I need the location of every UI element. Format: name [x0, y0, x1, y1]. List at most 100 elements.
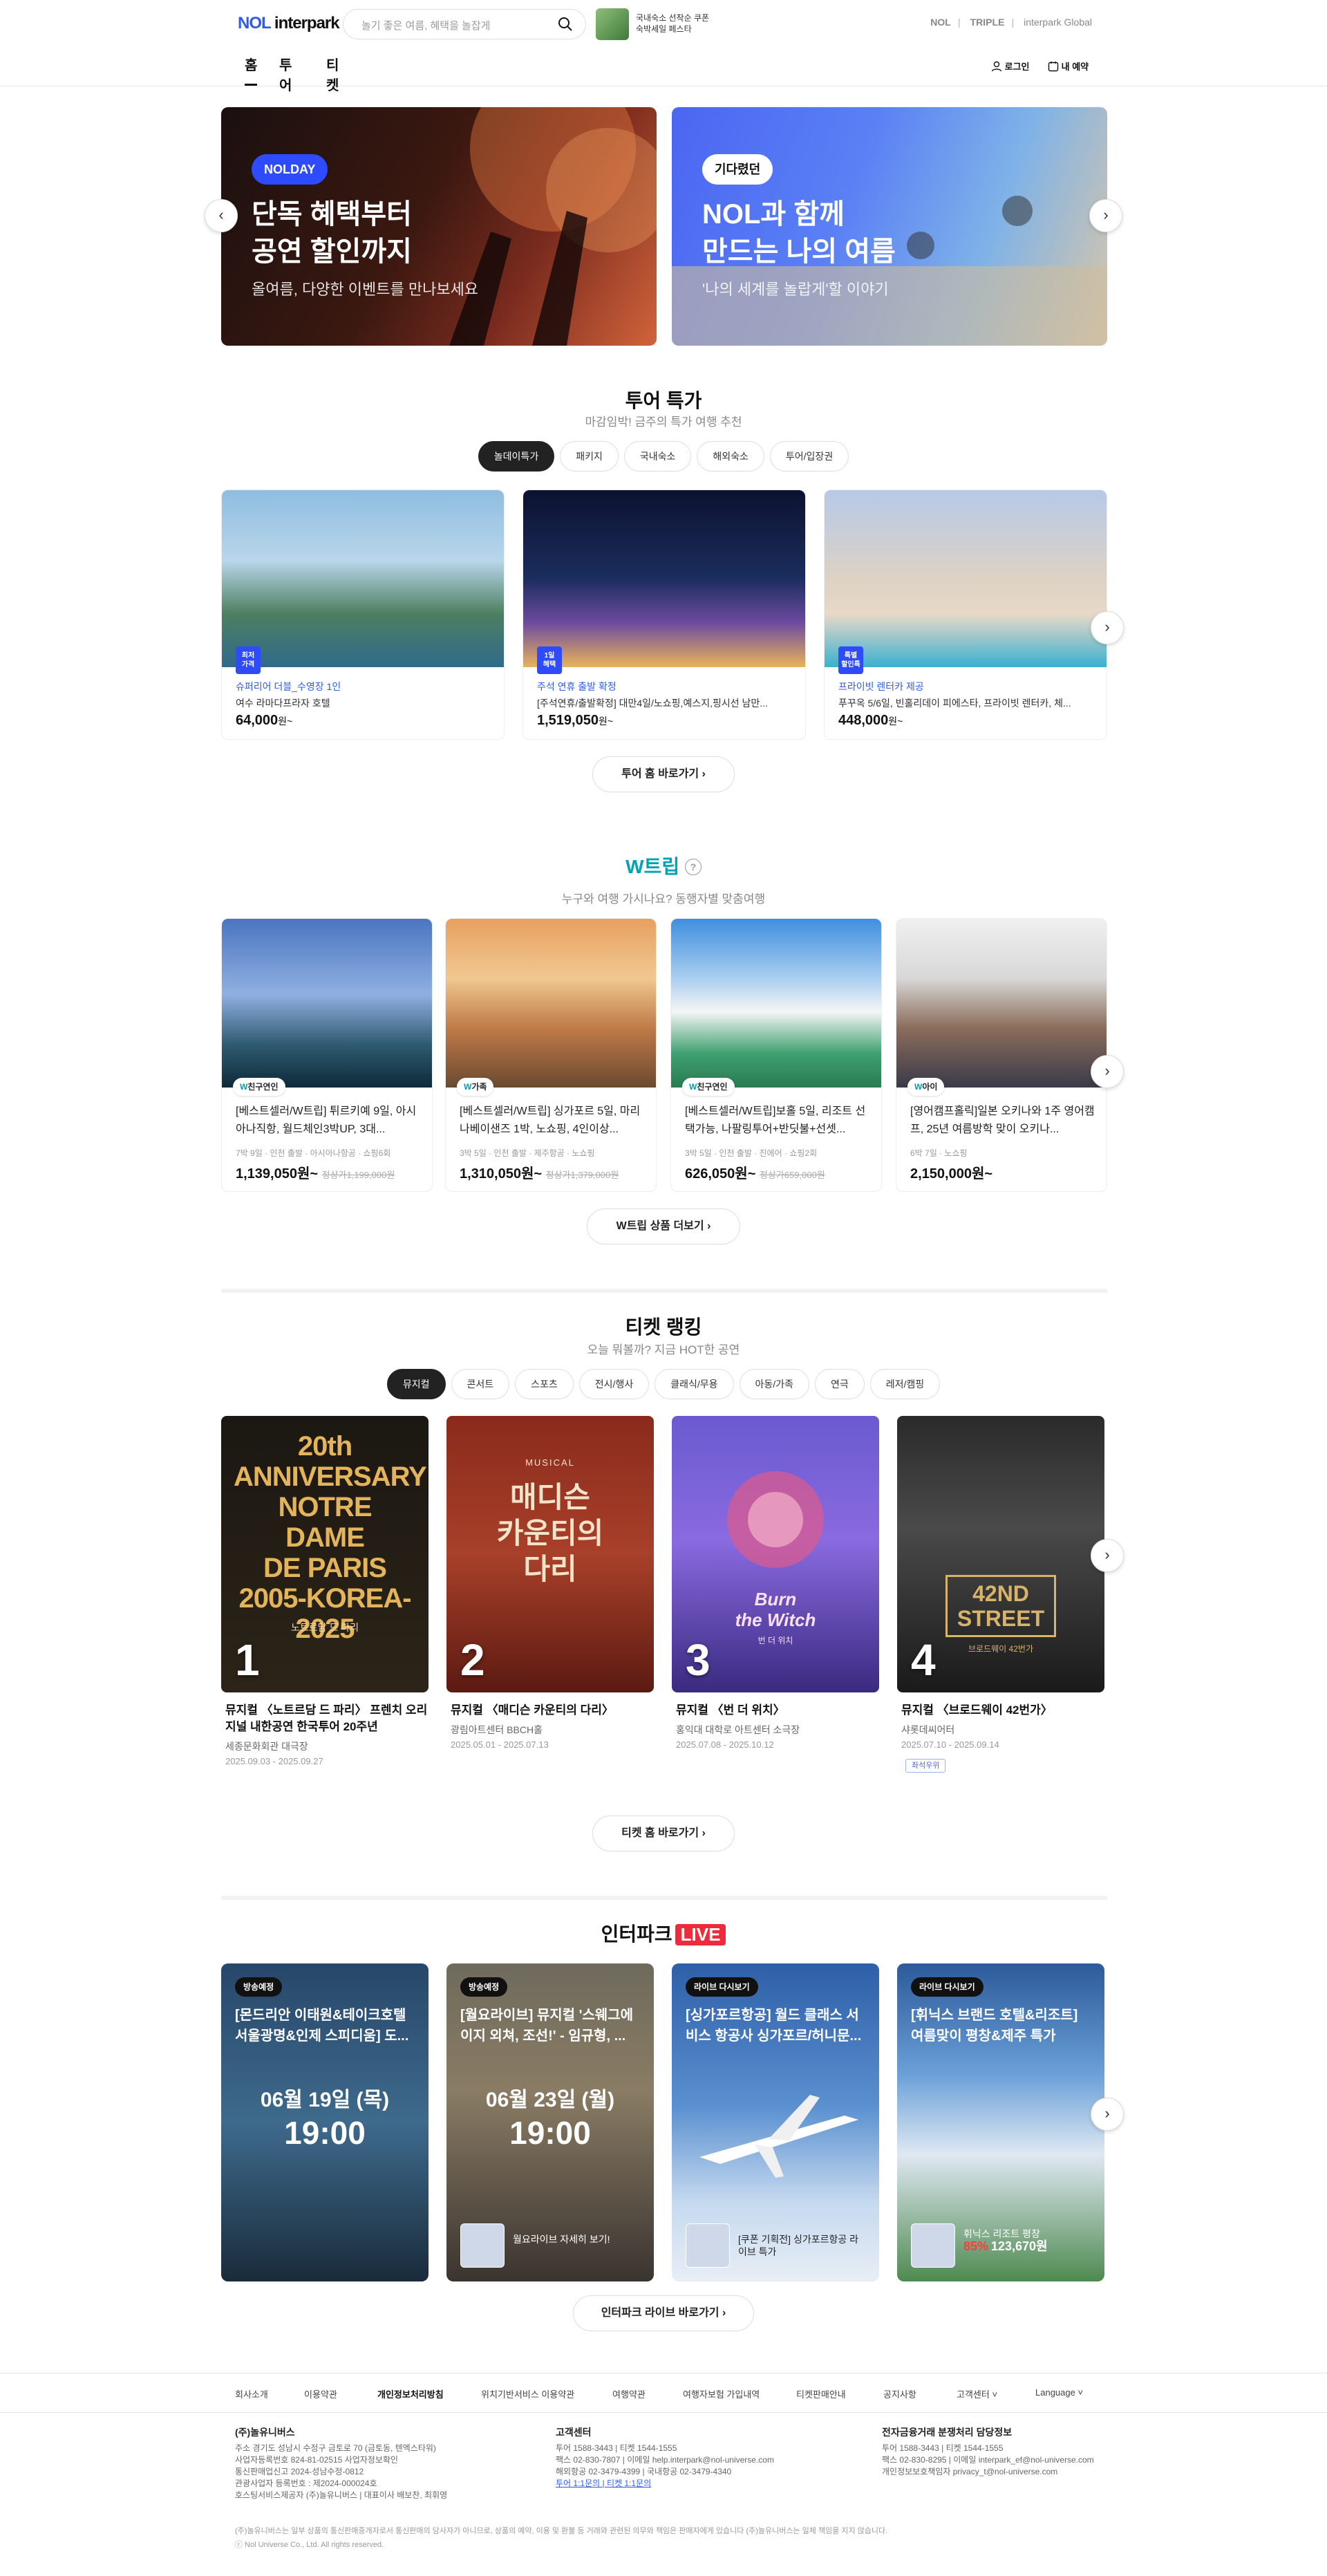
live-date: 06월 23일 (월) — [485, 2089, 615, 2111]
link-interpark-global[interactable]: interpark Global — [1024, 17, 1092, 28]
customer-center-dropdown[interactable]: 고객센터 ˅ — [957, 2387, 997, 2400]
live-foot: 휘닉스 리조트 평창 85% 123,670원 — [911, 2223, 1091, 2268]
tour-card[interactable]: 특별 할인특 프라이빗 렌터카 제공 푸꾸옥 5/6일, 빈홀리데이 피에스타,… — [824, 489, 1107, 740]
chip-musical[interactable]: 뮤지컬 — [386, 1369, 446, 1399]
tab-ticket[interactable]: 티켓 — [326, 54, 339, 104]
live-card[interactable]: 방송예정 [몬드리안 이태원&테이크호텔 서울광명&인제 스피디움] 도... … — [221, 1963, 429, 2281]
search-icon[interactable] — [558, 17, 573, 32]
ticket-date: 2025.05.01 - 2025.07.13 — [451, 1739, 549, 1750]
tour-image — [523, 490, 805, 667]
banner-nol-summer[interactable]: 기다렸던 NOL과 함께 만드는 나의 여름 '나의 세계를 놀랍게'할 이야기 — [672, 107, 1107, 346]
live-more-button[interactable]: 인터파크 라이브 바로가기 › — [573, 2295, 754, 2331]
live-thumbnail — [686, 2223, 730, 2268]
banner-prev-button[interactable]: ‹ — [205, 199, 238, 232]
chip-play[interactable]: 연극 — [814, 1369, 865, 1399]
help-icon[interactable]: ? — [684, 859, 702, 875]
footer-link[interactable]: 개인정보처리방침 — [377, 2387, 444, 2400]
chip-overseas-stay[interactable]: 해외숙소 — [697, 441, 764, 472]
live-time: 19:00 — [284, 2115, 366, 2151]
ticket-name[interactable]: 뮤지컬 〈매디슨 카운티의 다리〉 — [451, 1702, 658, 1719]
calendar-icon — [1048, 62, 1059, 72]
ticket-poster[interactable]: Burn the Witch 번 더 위치 3 — [672, 1416, 879, 1692]
ticket-name[interactable]: 뮤지컬 〈브로드웨이 42번가〉 — [901, 1702, 1109, 1719]
section-divider — [221, 1896, 1107, 1900]
wtrip-card[interactable]: W친구연인 [베스트셀러/W트립]보홀 5일, 리조트 선택가능, 나팔링투어+… — [670, 918, 882, 1192]
tour-card[interactable]: 1일 혜택 주석 연휴 출발 확정 [주석연휴/출발확정] 대만4일/노쇼핑,예… — [523, 489, 806, 740]
header-promo[interactable]: 국내숙소 선착순 쿠폰 숙박세일 페스타 — [596, 8, 734, 40]
ticket-poster[interactable]: MUSICAL 매디슨 카운티의 다리 2 — [446, 1416, 654, 1692]
ticket-poster[interactable]: 42ND STREET 브로드웨이 42번가 4 — [897, 1416, 1104, 1692]
wtrip-name: [베스트셀러/W트립] 싱가포르 5일, 마리나베이샌즈 1박, 노쇼핑, 4인… — [460, 1105, 641, 1135]
ticket-name[interactable]: 뮤지컬 〈번 더 위치〉 — [676, 1702, 883, 1719]
live-title: [휘닉스 브랜드 호텔&리조트] 여름맞이 평창&제주 특가 — [911, 2008, 1078, 2044]
tab-home[interactable]: 홈 — [245, 54, 258, 86]
ticket-chips: 뮤지컬 콘서트 스포츠 전시/행사 클래식/무용 아동/가족 연극 레저/캠핑 — [0, 1369, 1327, 1399]
chip-leisure[interactable]: 레저/캠핑 — [869, 1369, 941, 1399]
search-placeholder: 놀기 좋은 여름, 혜택을 놀잡게 — [361, 20, 491, 32]
live-thumbnail — [460, 2223, 505, 2268]
wtrip-card[interactable]: W친구연인 [베스트셀러/W트립] 튀르키예 9일, 아시아나직항, 월드체인3… — [221, 918, 433, 1192]
ticket-name[interactable]: 뮤지컬 〈노트르담 드 파리〉 프렌치 오리지널 내한공연 한국투어 20주년 — [225, 1702, 433, 1735]
link-triple[interactable]: TRIPLE — [970, 17, 1005, 28]
tab-tour[interactable]: 투어 — [279, 54, 292, 104]
tour-section-subtitle: 마감임박! 금주의 특가 여행 추천 — [585, 416, 742, 429]
chip-tour-ticket[interactable]: 투어/입장권 — [769, 441, 849, 472]
my-reservation-button[interactable]: 내 예약 — [1048, 59, 1089, 73]
footer-customer-center: 고객센터 투어 1588-3443 | 티켓 1544-1555 팩스 02-8… — [556, 2427, 774, 2488]
wtrip-more-button[interactable]: W트립 상품 더보기 › — [587, 1208, 740, 1244]
chip-classic[interactable]: 클래식/무용 — [655, 1369, 734, 1399]
banner-pill: NOLDAY — [252, 154, 328, 185]
footer-copyright: ⓒ Nol Universe Co., Ltd. All rights rese… — [235, 2541, 384, 2549]
wtrip-logo: W트립 ? — [0, 852, 1327, 879]
tour-chips: 놀데이특가 패키지 국내숙소 해외숙소 투어/입장권 — [0, 441, 1327, 472]
chip-exhibition[interactable]: 전시/행사 — [578, 1369, 650, 1399]
banner-nolday[interactable]: NOLDAY 단독 혜택부터 공연 할인까지 올여름, 다양한 이벤트를 만나보… — [221, 107, 657, 346]
banner-pill: 기다렸던 — [702, 154, 773, 185]
live-card[interactable]: 라이브 다시보기 [싱가포르항공] 월드 클래스 서비스 항공사 싱가포르/허니… — [672, 1963, 879, 2281]
live-price: 123,670원 — [990, 2239, 1048, 2253]
wtrip-name: [베스트셀러/W트립] 튀르키예 9일, 아시아나직항, 월드체인3박UP, 3… — [236, 1105, 417, 1135]
wtrip-next-button[interactable]: › — [1091, 1055, 1124, 1088]
chip-nolday-deal[interactable]: 놀데이특가 — [478, 441, 555, 472]
footer-link[interactable]: 회사소개 — [235, 2387, 268, 2400]
search-input[interactable]: 놀기 좋은 여름, 혜택을 놀잡게 — [343, 9, 586, 39]
link-nol[interactable]: NOL — [930, 17, 951, 28]
chip-domestic-stay[interactable]: 국내숙소 — [623, 441, 692, 472]
banner-next-button[interactable]: › — [1089, 199, 1122, 232]
live-foot: [쿠폰 기획전] 싱가포르항공 라이브 특가 — [686, 2223, 865, 2268]
ticket-venue: 세종문화회관 대극장 — [225, 1741, 308, 1752]
chip-concert[interactable]: 콘서트 — [451, 1369, 510, 1399]
wtrip-card[interactable]: W아이 [영어캠프홀릭]일본 오키나와 1주 영어캠프, 25년 여름방학 맞이… — [896, 918, 1107, 1192]
tour-home-button[interactable]: 투어 홈 바로가기 › — [592, 756, 735, 792]
ticket-next-button[interactable]: › — [1091, 1539, 1124, 1572]
tour-next-button[interactable]: › — [1091, 611, 1124, 644]
tour-card[interactable]: 최저 가격 슈퍼리어 더블_수영장 1인 여수 라마다프라자 호텔 64,000… — [221, 489, 505, 740]
footer-link[interactable]: 티켓판매안내 — [796, 2387, 846, 2400]
tour-badge: 특별 할인특 — [838, 646, 863, 674]
poster-title: 매디슨 카운티의 다리 — [496, 1481, 604, 1585]
chip-family[interactable]: 아동/가족 — [739, 1369, 809, 1399]
ticket-section-title: 티켓 랭킹 — [625, 1316, 702, 1338]
ticket-home-button[interactable]: 티켓 홈 바로가기 › — [592, 1816, 735, 1851]
login-button[interactable]: 로그인 — [991, 59, 1030, 73]
wtrip-card[interactable]: W가족 [베스트셀러/W트립] 싱가포르 5일, 마리나베이샌즈 1박, 노쇼핑… — [445, 918, 657, 1192]
top-links: NOL | TRIPLE | interpark Global — [930, 17, 1092, 28]
live-title: [몬드리안 이태원&테이크호텔 서울광명&인제 스피디움] 도... — [235, 2008, 409, 2044]
language-dropdown[interactable]: Language ˅ — [1035, 2387, 1083, 2398]
footer-link[interactable]: 여행약관 — [612, 2387, 646, 2400]
ticket-poster[interactable]: 20th ANNIVERSARY NOTRE DAME DE PARIS 200… — [221, 1416, 429, 1692]
footer-link[interactable]: 공지사항 — [883, 2387, 916, 2400]
chip-sports[interactable]: 스포츠 — [515, 1369, 574, 1399]
live-time: 19:00 — [509, 2115, 591, 2151]
tour-name: 푸꾸옥 5/6일, 빈홀리데이 피에스타, 프라이빗 렌터카, 체... — [838, 698, 1071, 709]
rank-number: 4 — [911, 1635, 936, 1685]
interpark-logo[interactable]: NOL interpark — [238, 14, 340, 33]
footer-link[interactable]: 위치기반서비스 이용약관 — [481, 2387, 574, 2400]
live-title: [월요라이브] 뮤지컬 '스웨그에이지 외쳐, 조선!' - 임규형, ... — [460, 2008, 633, 2044]
live-card[interactable]: 방송예정 [월요라이브] 뮤지컬 '스웨그에이지 외쳐, 조선!' - 임규형,… — [446, 1963, 654, 2281]
footer-link[interactable]: 여행자보험 가입내역 — [683, 2387, 760, 2400]
footer-link[interactable]: 이용약관 — [304, 2387, 337, 2400]
chip-package[interactable]: 패키지 — [560, 441, 619, 472]
live-card[interactable]: 라이브 다시보기 [휘닉스 브랜드 호텔&리조트] 여름맞이 평창&제주 특가 … — [897, 1963, 1104, 2281]
live-next-button[interactable]: › — [1091, 2098, 1124, 2131]
